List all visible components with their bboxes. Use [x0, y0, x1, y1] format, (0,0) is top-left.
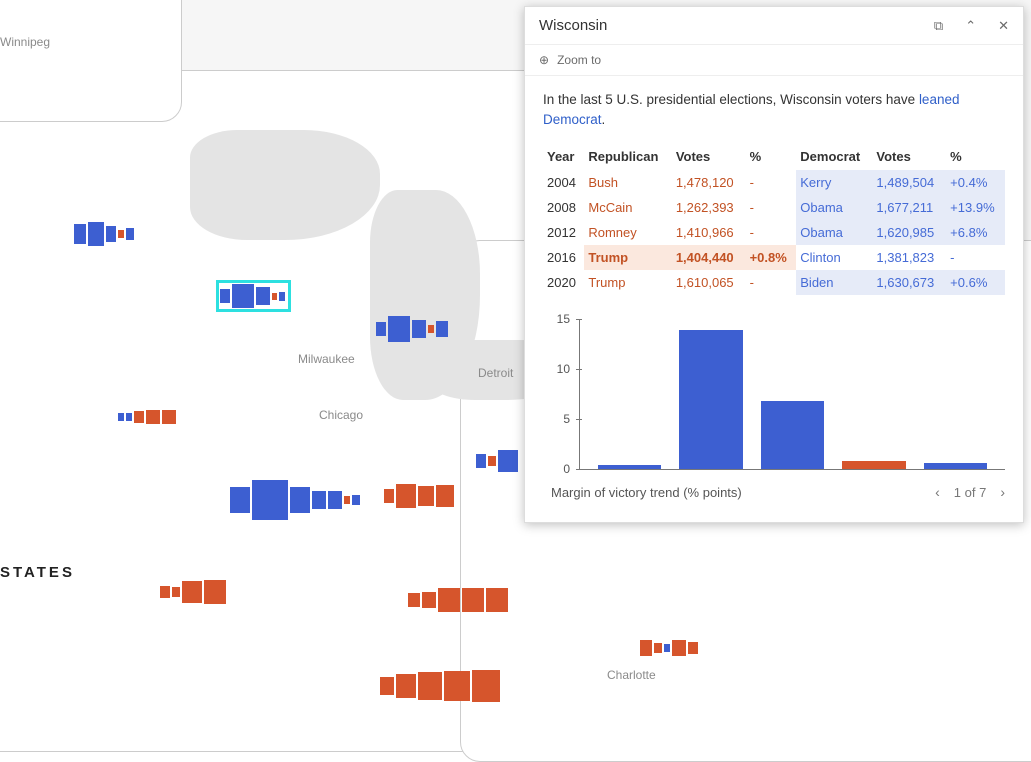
intro-text: In the last 5 U.S. presidential election… [543, 92, 919, 107]
popup-title: Wisconsin [539, 17, 607, 34]
pager-next-icon[interactable]: › [1000, 484, 1005, 500]
map-symbol[interactable] [380, 670, 502, 702]
close-icon[interactable]: ✕ [998, 18, 1009, 34]
col-rep: Republican [584, 143, 671, 170]
table-row: 2020Trump1,610,065-Biden1,630,673+0.6% [543, 270, 1005, 295]
chart-bar[interactable] [924, 463, 987, 469]
pager-prev-icon[interactable]: ‹ [935, 484, 940, 500]
col-pct-r: % [746, 143, 797, 170]
chart-bar[interactable] [761, 401, 824, 469]
intro-text-end: . [602, 112, 606, 127]
map-symbol-selected[interactable] [220, 284, 287, 308]
map-symbol[interactable] [376, 316, 450, 342]
pager-text: 1 of 7 [954, 485, 987, 500]
map-symbol[interactable] [160, 580, 228, 604]
margin-chart: 0 5 10 15 Margin of victory trend (% poi… [543, 319, 1005, 500]
map-symbol[interactable] [384, 484, 456, 508]
city-label-detroit: Detroit [478, 366, 513, 380]
map-symbol[interactable] [230, 480, 362, 520]
zoom-label: Zoom to [557, 53, 601, 67]
table-row: 2016Trump1,404,440+0.8%Clinton1,381,823- [543, 245, 1005, 270]
map-symbol[interactable] [74, 222, 136, 246]
col-votes-d: Votes [872, 143, 946, 170]
city-label-chicago: Chicago [319, 408, 363, 422]
zoom-to-button[interactable]: ⊕ Zoom to [525, 45, 1023, 76]
table-row: 2008McCain1,262,393-Obama1,677,211+13.9% [543, 195, 1005, 220]
results-table: Year Republican Votes % Democrat Votes %… [543, 143, 1005, 295]
chart-bar[interactable] [598, 465, 661, 469]
country-label: STATES [0, 564, 75, 581]
table-row: 2012Romney1,410,966-Obama1,620,985+6.8% [543, 220, 1005, 245]
city-label-milwaukee: Milwaukee [298, 352, 355, 366]
chart-bar[interactable] [679, 330, 742, 469]
popup-intro: In the last 5 U.S. presidential election… [543, 90, 1005, 129]
map-symbol[interactable] [408, 588, 510, 612]
map-symbol[interactable] [640, 640, 700, 656]
map-symbol[interactable] [476, 450, 520, 472]
media-pager: ‹ 1 of 7 › [935, 484, 1005, 500]
collapse-icon[interactable]: ⌃ [965, 18, 976, 34]
chart-caption: Margin of victory trend (% points) [551, 485, 742, 500]
col-pct-d: % [946, 143, 1005, 170]
city-label-winnipeg: Winnipeg [0, 35, 50, 49]
col-dem: Democrat [796, 143, 872, 170]
table-row: 2004Bush1,478,120-Kerry1,489,504+0.4% [543, 170, 1005, 195]
city-label-charlotte: Charlotte [607, 668, 656, 682]
feature-popup: Wisconsin ⧉ ⌃ ✕ ⊕ Zoom to In the last 5 … [524, 6, 1024, 523]
chart-bar[interactable] [842, 461, 905, 469]
zoom-icon: ⊕ [539, 53, 549, 67]
dock-icon[interactable]: ⧉ [934, 18, 943, 34]
col-votes-r: Votes [672, 143, 746, 170]
col-year: Year [543, 143, 584, 170]
map-symbol[interactable] [118, 410, 178, 424]
popup-header: Wisconsin ⧉ ⌃ ✕ [525, 7, 1023, 45]
